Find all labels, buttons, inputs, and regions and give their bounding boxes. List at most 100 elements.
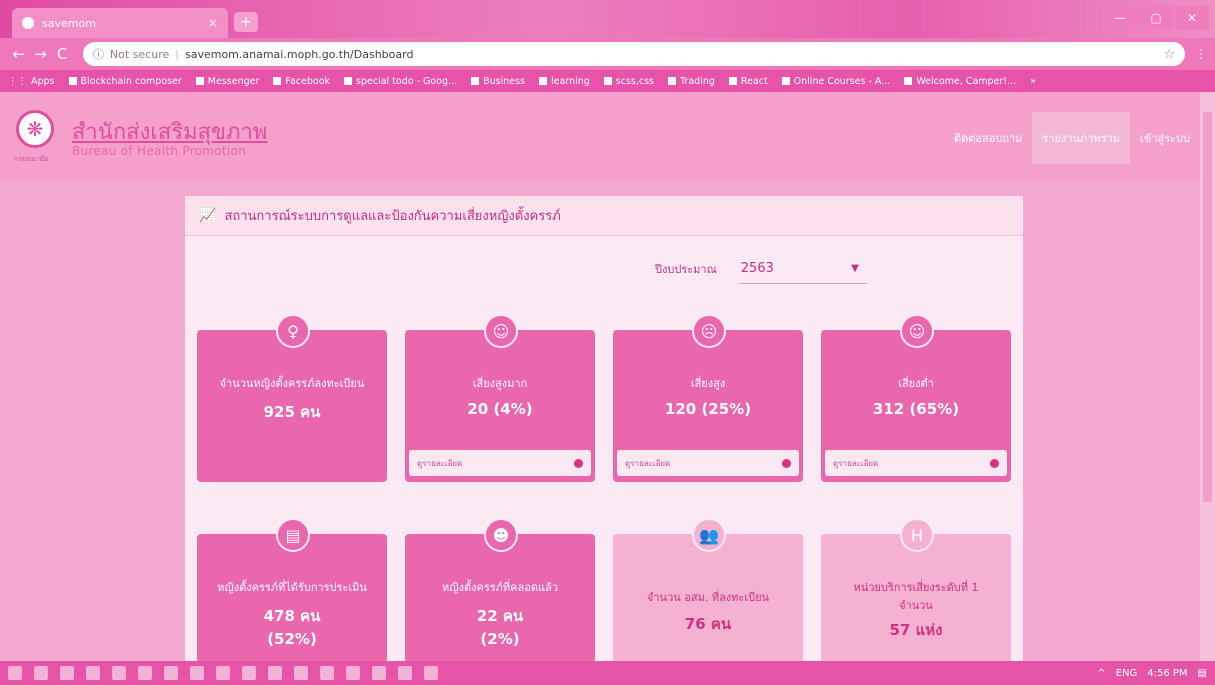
- chevron-down-icon: ▼: [851, 263, 859, 274]
- card-label: เสี่ยงสูงมาก: [472, 377, 528, 390]
- reload-button[interactable]: C: [51, 45, 73, 63]
- low-risk-card: ☺ เสี่ยงต่ำ 312 (65%) ดูรายละเอียด: [821, 314, 1011, 482]
- chrome-icon[interactable]: [242, 666, 256, 680]
- bookmark-icon: [668, 77, 677, 85]
- app-icon[interactable]: [398, 666, 412, 680]
- card-percent: (52%): [267, 630, 317, 648]
- language-indicator[interactable]: ENG: [1116, 668, 1138, 679]
- maximize-button[interactable]: ▢: [1139, 6, 1173, 30]
- app-icon[interactable]: [190, 666, 204, 680]
- people-icon[interactable]: [86, 666, 100, 680]
- high-risk-card: ☹ เสี่ยงสูง 120 (25%) ดูรายละเอียด: [613, 314, 803, 482]
- card-value: 925 คน: [263, 403, 321, 421]
- card-sublabel: จำนวน: [899, 599, 933, 612]
- card-label: เสี่ยงสูง: [690, 377, 726, 390]
- folder-icon[interactable]: [320, 666, 334, 680]
- document-icon: ▤: [276, 518, 310, 552]
- bookmark-item[interactable]: Facebook: [273, 76, 330, 87]
- tab-close-button[interactable]: ×: [208, 16, 218, 30]
- card-value: 120 (25%): [664, 400, 752, 418]
- hospital-icon: H: [900, 518, 934, 552]
- facebook-icon: [195, 77, 204, 85]
- brand-title-en: Bureau of Health Promotion: [72, 144, 247, 158]
- app-icon[interactable]: [294, 666, 308, 680]
- fiscal-year-filter: ปีงบประมาณ 2563 ▼: [655, 254, 867, 284]
- close-window-button[interactable]: ✕: [1175, 6, 1209, 30]
- face-icon: ☺: [900, 314, 934, 348]
- more-bookmarks-button[interactable]: »: [1030, 76, 1036, 87]
- fiscal-year-select[interactable]: 2563 ▼: [738, 254, 867, 284]
- bookmark-item[interactable]: Blockchain composer: [68, 76, 182, 87]
- card-label: จำนวนหญิงตั้งครรภ์ลงทะเบียน: [219, 377, 365, 390]
- view-details-link[interactable]: ดูรายละเอียด: [409, 450, 591, 476]
- back-button[interactable]: ←: [8, 45, 30, 63]
- nav-login[interactable]: เข้าสู่ระบบ: [1130, 112, 1200, 164]
- bookmarks-bar: ⋮⋮ Apps Blockchain composer Messenger Fac…: [0, 70, 1215, 92]
- url-text: savemom.anamai.moph.go.th/Dashboard: [184, 47, 414, 61]
- os-taskbar: ^ ENG 4:56 PM ▤: [0, 661, 1215, 685]
- card-percent: (2%): [480, 630, 520, 648]
- bookmark-item[interactable]: Messenger: [195, 76, 259, 87]
- facebook-icon: [273, 77, 282, 85]
- clock[interactable]: 4:56 PM: [1147, 668, 1187, 679]
- extension-icon[interactable]: ⋮: [1195, 47, 1207, 61]
- app-icon[interactable]: [372, 666, 386, 680]
- bookmark-item[interactable]: React: [728, 76, 768, 87]
- bookmark-item[interactable]: scss,css: [603, 76, 654, 87]
- window-controls: — ▢ ✕: [1103, 6, 1209, 30]
- card-label: หน่วยบริการเสี่ยงระดับที่ 1: [853, 581, 979, 594]
- notification-icon[interactable]: ▤: [1198, 668, 1207, 679]
- card-value: 22 คน: [476, 607, 524, 625]
- fiscal-year-value: 2563: [740, 261, 774, 276]
- minimize-button[interactable]: —: [1103, 6, 1137, 30]
- health-dept-seal-icon[interactable]: ❋: [16, 110, 54, 148]
- store-icon[interactable]: [60, 666, 74, 680]
- group-icon: 👥: [692, 518, 726, 552]
- vscode-icon[interactable]: [346, 666, 360, 680]
- bookmark-item[interactable]: Online Courses - A...: [781, 76, 890, 87]
- calendar-icon[interactable]: [34, 666, 48, 680]
- bookmark-item[interactable]: learning: [539, 76, 590, 87]
- browser-tabbar: savemom × + — ▢ ✕: [0, 0, 1215, 38]
- bookmark-item[interactable]: special todo - Goog...: [344, 76, 457, 87]
- settings-icon[interactable]: [424, 666, 438, 680]
- seal-caption: กรมอนามัย: [14, 155, 49, 163]
- bookmark-icon: [603, 77, 612, 85]
- info-icon[interactable]: ⓘ: [93, 46, 104, 62]
- omnibox-divider: |: [175, 47, 179, 61]
- bookmark-apps[interactable]: ⋮⋮ Apps: [8, 76, 55, 87]
- chevron-up-icon[interactable]: ^: [1097, 668, 1105, 679]
- browser-tab[interactable]: savemom ×: [12, 8, 228, 38]
- panel-header: 📈 สถานการณ์ระบบการดูแลและป้องกันความเสี่…: [185, 196, 1023, 236]
- view-details-link[interactable]: ดูรายละเอียด: [825, 450, 1007, 476]
- bookmark-icon: [904, 77, 913, 85]
- fiscal-year-label: ปีงบประมาณ: [655, 263, 717, 276]
- dashboard-panel: 📈 สถานการณ์ระบบการดูแลและป้องกันความเสี่…: [185, 196, 1023, 685]
- nav-contact[interactable]: ติดต่อสอบถาม: [944, 112, 1032, 164]
- bookmark-item[interactable]: Welcome, Camper!...: [904, 76, 1016, 87]
- bookmark-icon: [539, 77, 548, 85]
- arrow-circle-icon: [574, 458, 583, 468]
- app-icon[interactable]: [268, 666, 282, 680]
- card-value: 76 คน: [684, 615, 732, 633]
- view-details-link[interactable]: ดูรายละเอียด: [617, 450, 799, 476]
- bookmark-star-icon[interactable]: ☆: [1163, 47, 1175, 62]
- forward-button[interactable]: →: [30, 45, 52, 63]
- bookmark-item[interactable]: Trading: [668, 76, 715, 87]
- bookmark-icon: [471, 77, 480, 85]
- url-input[interactable]: ⓘ Not secure | savemom.anamai.moph.go.th…: [82, 42, 1185, 66]
- windows-start-icon[interactable]: [8, 666, 22, 680]
- mail-icon[interactable]: [112, 666, 126, 680]
- scrollbar-thumb[interactable]: [1203, 112, 1212, 502]
- nav-overview-report[interactable]: รายงานภาพรวม: [1032, 112, 1131, 164]
- bookmark-item[interactable]: Business: [471, 76, 525, 87]
- very-high-risk-card: ☺ เสี่ยงสูงมาก 20 (4%) ดูรายละเอียด: [405, 314, 595, 482]
- page-scrollbar[interactable]: [1200, 92, 1215, 661]
- chart-icon: 📈: [199, 207, 217, 224]
- pregnant-icon: ♀: [276, 314, 310, 348]
- new-tab-button[interactable]: +: [234, 12, 258, 32]
- app-icon[interactable]: [164, 666, 178, 680]
- edge-icon[interactable]: [216, 666, 230, 680]
- site-header: ❋ กรมอนามัย สำนักส่งเสริมสุขภาพ Bureau o…: [0, 92, 1200, 182]
- app-icon[interactable]: [138, 666, 152, 680]
